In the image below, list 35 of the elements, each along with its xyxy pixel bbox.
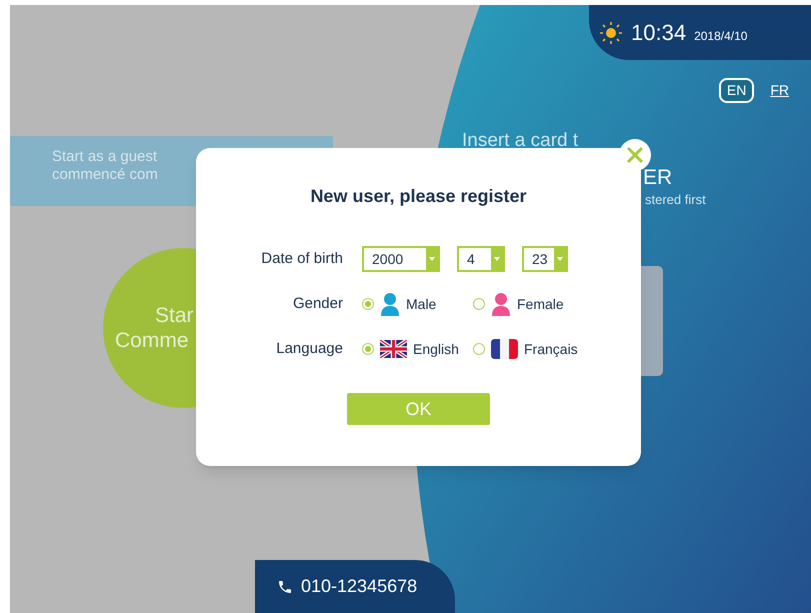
dropdown-select[interactable]: 23 bbox=[522, 246, 568, 272]
field-label: Language bbox=[275, 338, 343, 359]
date-text: 2018/4/10 bbox=[694, 28, 748, 44]
clock-time: 10:34 bbox=[631, 19, 686, 47]
person-icon bbox=[380, 292, 400, 316]
radio-button[interactable] bbox=[362, 343, 374, 355]
option-label: Male bbox=[406, 294, 436, 314]
radio-button[interactable] bbox=[473, 343, 485, 355]
language-tab[interactable]: EN bbox=[718, 78, 754, 103]
option-label: English bbox=[413, 340, 459, 359]
caret-icon bbox=[429, 257, 435, 261]
sun-icon bbox=[599, 20, 623, 44]
caret-icon bbox=[557, 257, 563, 261]
french-flag-icon bbox=[491, 339, 518, 359]
dialog-title: New user, please register bbox=[310, 185, 527, 208]
card-title: Insert a card t bbox=[462, 129, 578, 153]
person-icon bbox=[491, 292, 511, 316]
caret-icon bbox=[494, 257, 500, 261]
dropdown-select[interactable]: 2000 bbox=[362, 246, 440, 272]
radio-button[interactable] bbox=[362, 298, 374, 310]
option-label: Female bbox=[517, 294, 564, 314]
field-label: Date of birth bbox=[260, 248, 343, 269]
union-jack-flag-icon bbox=[380, 340, 407, 358]
field-label: Gender bbox=[292, 294, 343, 314]
dropdown-select[interactable]: 4 bbox=[457, 246, 505, 272]
card-note: stered first bbox=[645, 191, 706, 209]
close-icon bbox=[626, 146, 644, 164]
banner-text: Start as a guest bbox=[52, 148, 158, 166]
radio-button[interactable] bbox=[473, 298, 485, 310]
phone-number: 010-12345678 bbox=[301, 575, 418, 598]
option-label: Français bbox=[524, 340, 578, 359]
phone-icon bbox=[277, 578, 293, 594]
language-tab[interactable]: FR bbox=[768, 80, 791, 101]
banner-text: commencé com bbox=[52, 166, 158, 184]
card-subtitle: ER bbox=[643, 165, 672, 191]
